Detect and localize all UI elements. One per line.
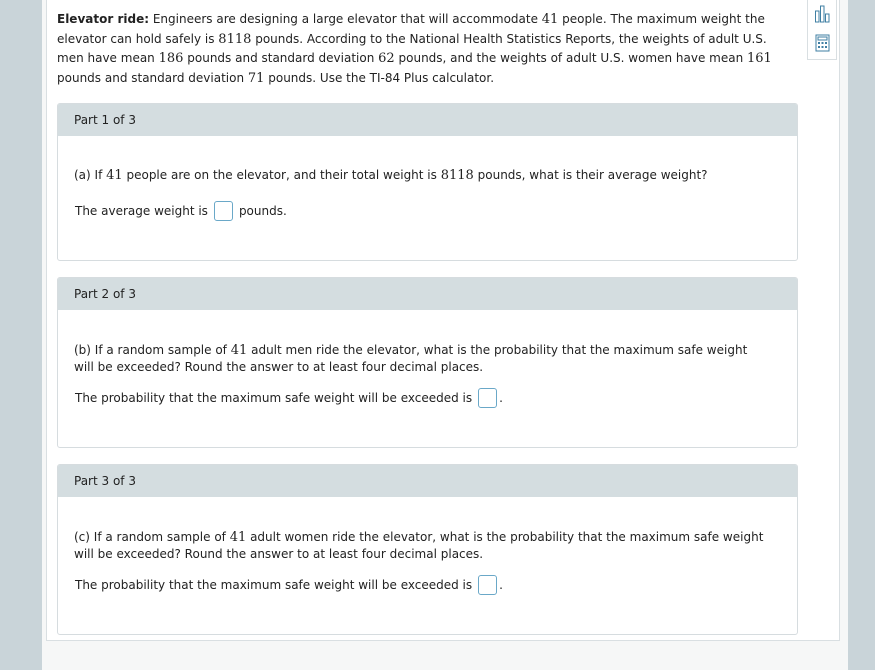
problem-title: Elevator ride:	[57, 12, 150, 26]
women-probability-input[interactable]	[478, 575, 498, 595]
part-1-question: (a) If 41 people are on the elevator, an…	[74, 168, 708, 183]
part-1-answer-unit: pounds.	[238, 204, 287, 218]
tools-panel	[807, 0, 837, 60]
bar-chart-icon[interactable]	[814, 5, 831, 23]
part-2-panel: Part 2 of 3 (b) If a random sample of 41…	[57, 277, 798, 448]
part-2-question: (b) If a random sample of 41 adult men r…	[74, 343, 748, 374]
problem-statement: Elevator ride: Engineers are designing a…	[57, 12, 772, 86]
part-3-panel: Part 3 of 3 (c) If a random sample of 41…	[57, 464, 798, 635]
part-2-answer-label: The probability that the maximum safe we…	[75, 391, 473, 405]
problem-card: Elevator ride: Engineers are designing a…	[46, 0, 840, 641]
men-probability-input[interactable]	[478, 388, 498, 408]
part-3-answer-label: The probability that the maximum safe we…	[75, 578, 473, 592]
part-1-panel: Part 1 of 3 (a) If 41 people are on the …	[57, 103, 798, 261]
part-1-answer-row: The average weight is pounds.	[75, 201, 287, 221]
part-3-answer-row: The probability that the maximum safe we…	[75, 575, 503, 595]
part-1-header: Part 1 of 3	[58, 104, 797, 136]
calculator-icon[interactable]	[814, 34, 831, 52]
part-3-header: Part 3 of 3	[58, 465, 797, 497]
average-weight-input[interactable]	[213, 201, 233, 221]
part-2-answer-row: The probability that the maximum safe we…	[75, 388, 503, 408]
part-3-question: (c) If a random sample of 41 adult women…	[74, 530, 764, 561]
part-1-answer-label: The average weight is	[75, 204, 208, 218]
page-background: Elevator ride: Engineers are designing a…	[42, 0, 848, 670]
part-2-header: Part 2 of 3	[58, 278, 797, 310]
